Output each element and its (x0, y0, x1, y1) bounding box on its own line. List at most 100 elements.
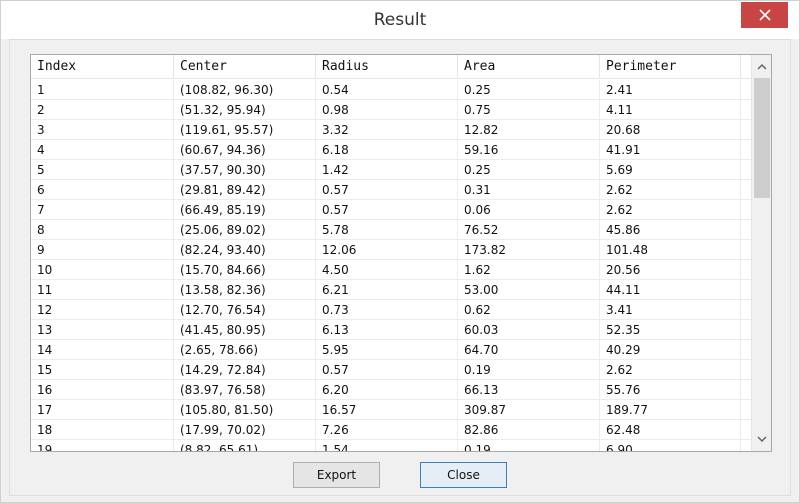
table-row[interactable]: 8 (25.06, 89.02) 5.78 76.52 45.86 (31, 220, 751, 240)
close-button[interactable]: Close (420, 462, 507, 488)
table-cell-radius: 0.73 (316, 300, 458, 320)
table-cell-perimeter: 101.48 (600, 240, 741, 260)
close-icon (758, 9, 771, 21)
table-cell-perimeter: 55.76 (600, 380, 741, 400)
table-row[interactable]: 19 (8.82, 65.61) 1.54 0.19 6.90 (31, 440, 751, 451)
table-cell-index: 1 (31, 80, 174, 100)
table-cell-center: (2.65, 78.66) (174, 340, 316, 360)
table-cell-radius: 6.18 (316, 140, 458, 160)
table-cell-radius: 1.54 (316, 440, 458, 451)
table-row[interactable]: 1 (108.82, 96.30) 0.54 0.25 2.41 (31, 80, 751, 100)
table-cell-center: (13.58, 82.36) (174, 280, 316, 300)
table-cell-radius: 6.21 (316, 280, 458, 300)
column-header-center[interactable]: Center (174, 55, 316, 79)
table-row[interactable]: 17 (105.80, 81.50) 16.57 309.87 189.77 (31, 400, 751, 420)
table-cell-radius: 5.95 (316, 340, 458, 360)
table-cell-center: (108.82, 96.30) (174, 80, 316, 100)
table-cell-perimeter: 2.62 (600, 200, 741, 220)
table-cell-area: 0.19 (458, 360, 600, 380)
table-cell-perimeter: 2.41 (600, 80, 741, 100)
table-row[interactable]: 5 (37.57, 90.30) 1.42 0.25 5.69 (31, 160, 751, 180)
table-row[interactable]: 14 (2.65, 78.66) 5.95 64.70 40.29 (31, 340, 751, 360)
table-cell-center: (82.24, 93.40) (174, 240, 316, 260)
table-row[interactable]: 6 (29.81, 89.42) 0.57 0.31 2.62 (31, 180, 751, 200)
table-cell-perimeter: 52.35 (600, 320, 741, 340)
table-cell-index: 14 (31, 340, 174, 360)
table-row[interactable]: 12 (12.70, 76.54) 0.73 0.62 3.41 (31, 300, 751, 320)
table-cell-center: (17.99, 70.02) (174, 420, 316, 440)
table-cell-perimeter: 41.91 (600, 140, 741, 160)
table-cell-center: (29.81, 89.42) (174, 180, 316, 200)
table-row[interactable]: 4 (60.67, 94.36) 6.18 59.16 41.91 (31, 140, 751, 160)
table-cell-index: 15 (31, 360, 174, 380)
table-body: 1 (108.82, 96.30) 0.54 0.25 2.41 2 (51.32, 95.… (31, 80, 751, 451)
table-cell-radius: 0.54 (316, 80, 458, 100)
results-table: Index Center Radius Area Perimeter 1 (108… (30, 54, 772, 452)
scroll-up-button[interactable] (752, 57, 771, 77)
table-cell-center: (60.67, 94.36) (174, 140, 316, 160)
table-row[interactable]: 16 (83.97, 76.58) 6.20 66.13 55.76 (31, 380, 751, 400)
table-cell-perimeter: 4.11 (600, 100, 741, 120)
table-cell-center: (119.61, 95.57) (174, 120, 316, 140)
scroll-down-button[interactable] (752, 429, 771, 449)
window-close-button[interactable] (741, 2, 788, 28)
table-row[interactable]: 9 (82.24, 93.40) 12.06 173.82 101.48 (31, 240, 751, 260)
table-cell-area: 0.62 (458, 300, 600, 320)
table-cell-center: (12.70, 76.54) (174, 300, 316, 320)
table-cell-perimeter: 6.90 (600, 440, 741, 451)
table-cell-area: 1.62 (458, 260, 600, 280)
chevron-up-icon (757, 64, 767, 70)
table-cell-radius: 0.98 (316, 100, 458, 120)
table-cell-perimeter: 5.69 (600, 160, 741, 180)
table-cell-index: 12 (31, 300, 174, 320)
table-cell-area: 82.86 (458, 420, 600, 440)
column-header-perimeter[interactable]: Perimeter (600, 55, 741, 79)
table-header: Index Center Radius Area Perimeter (31, 55, 751, 79)
table-cell-area: 0.31 (458, 180, 600, 200)
table-cell-radius: 0.57 (316, 360, 458, 380)
window-title: Result (373, 10, 427, 30)
column-header-index[interactable]: Index (31, 55, 174, 79)
table-cell-area: 0.25 (458, 160, 600, 180)
table-cell-center: (14.29, 72.84) (174, 360, 316, 380)
table-row[interactable]: 3 (119.61, 95.57) 3.32 12.82 20.68 (31, 120, 751, 140)
table-cell-area: 12.82 (458, 120, 600, 140)
table-cell-perimeter: 2.62 (600, 180, 741, 200)
table-row[interactable]: 13 (41.45, 80.95) 6.13 60.03 52.35 (31, 320, 751, 340)
table-cell-radius: 5.78 (316, 220, 458, 240)
table-row[interactable]: 18 (17.99, 70.02) 7.26 82.86 62.48 (31, 420, 751, 440)
table-cell-index: 9 (31, 240, 174, 260)
table-cell-perimeter: 3.41 (600, 300, 741, 320)
chevron-down-icon (757, 436, 767, 442)
table-cell-perimeter: 44.11 (600, 280, 741, 300)
table-cell-area: 53.00 (458, 280, 600, 300)
table-row[interactable]: 10 (15.70, 84.66) 4.50 1.62 20.56 (31, 260, 751, 280)
dialog-client-area: Index Center Radius Area Perimeter 1 (108… (9, 39, 791, 496)
table-cell-perimeter: 2.62 (600, 360, 741, 380)
table-cell-center: (8.82, 65.61) (174, 440, 316, 451)
table-cell-index: 5 (31, 160, 174, 180)
table-row[interactable]: 2 (51.32, 95.94) 0.98 0.75 4.11 (31, 100, 751, 120)
table-cell-radius: 1.42 (316, 160, 458, 180)
table-cell-index: 18 (31, 420, 174, 440)
table-cell-area: 59.16 (458, 140, 600, 160)
table-row[interactable]: 7 (66.49, 85.19) 0.57 0.06 2.62 (31, 200, 751, 220)
table-cell-center: (105.80, 81.50) (174, 400, 316, 420)
result-window: Result Index Center Radius Area Perimete… (0, 0, 800, 503)
table-cell-index: 4 (31, 140, 174, 160)
table-cell-perimeter: 40.29 (600, 340, 741, 360)
column-header-radius[interactable]: Radius (316, 55, 458, 79)
table-cell-perimeter: 189.77 (600, 400, 741, 420)
table-cell-center: (83.97, 76.58) (174, 380, 316, 400)
export-button[interactable]: Export (293, 462, 380, 488)
table-cell-center: (66.49, 85.19) (174, 200, 316, 220)
table-cell-perimeter: 20.68 (600, 120, 741, 140)
table-cell-radius: 12.06 (316, 240, 458, 260)
table-row[interactable]: 15 (14.29, 72.84) 0.57 0.19 2.62 (31, 360, 751, 380)
title-bar[interactable]: Result (1, 1, 799, 39)
table-row[interactable]: 11 (13.58, 82.36) 6.21 53.00 44.11 (31, 280, 751, 300)
column-header-area[interactable]: Area (458, 55, 600, 79)
scrollbar-thumb[interactable] (754, 78, 770, 198)
table-cell-radius: 0.57 (316, 200, 458, 220)
vertical-scrollbar[interactable] (751, 55, 771, 451)
